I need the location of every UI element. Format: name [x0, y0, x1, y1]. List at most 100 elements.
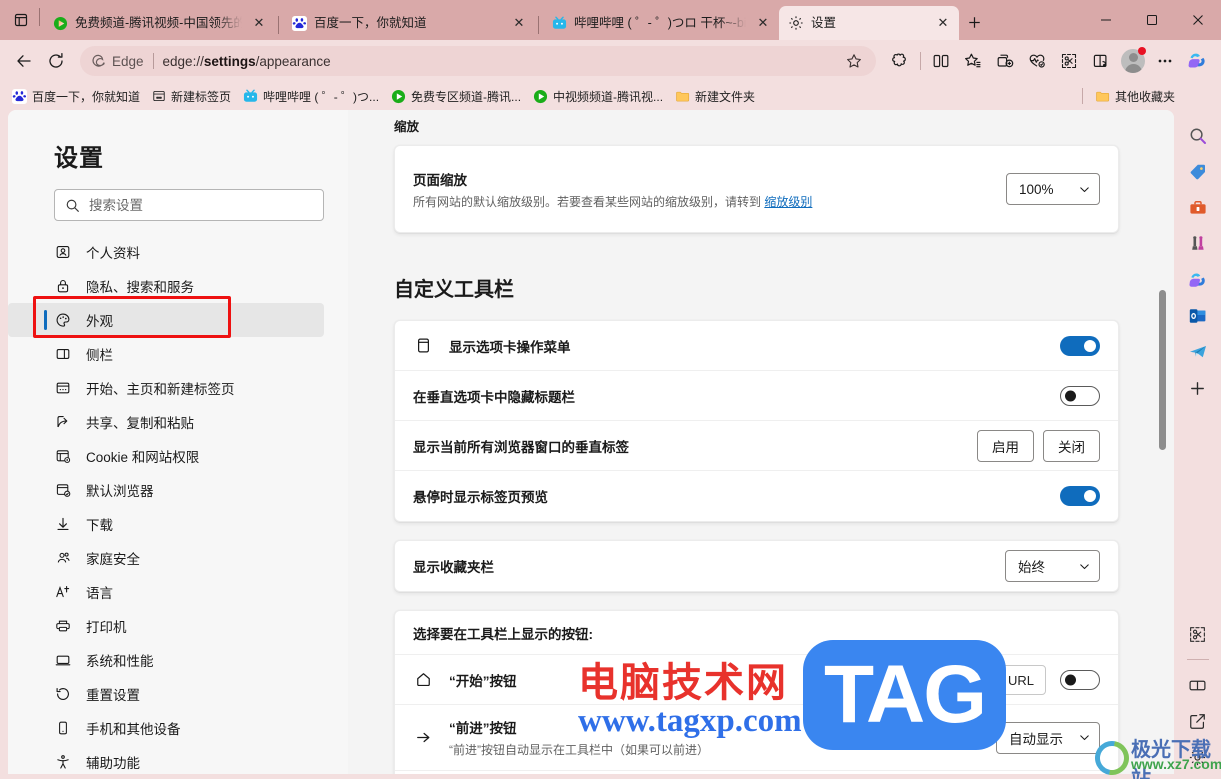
close-button[interactable] — [1175, 0, 1221, 40]
set-button-url-button[interactable]: 设置按钮 URL — [940, 664, 1046, 695]
home-icon — [413, 670, 433, 690]
folder-icon — [675, 89, 690, 104]
search-settings-box[interactable] — [54, 189, 324, 221]
palette-icon — [54, 311, 72, 329]
home-button-info: “开始”按钮 — [449, 670, 940, 690]
sidebar-item-accessibility[interactable]: 辅助功能 — [8, 745, 324, 774]
bookmark-item[interactable]: 新建标签页 — [146, 85, 237, 108]
sidebar-item-family-safety[interactable]: 家庭安全 — [8, 541, 324, 575]
browser-tab-active[interactable]: 设置 ✕ — [779, 6, 959, 40]
tab-close-button[interactable]: ✕ — [509, 13, 529, 33]
sidebar-item-default-browser[interactable]: 默认浏览器 — [8, 473, 324, 507]
favorites-icon[interactable] — [957, 45, 989, 77]
zoom-levels-link[interactable]: 缩放级别 — [764, 195, 812, 209]
window-controls — [1083, 0, 1221, 40]
new-tab-button[interactable] — [959, 7, 989, 37]
bookmark-item[interactable]: 免费专区频道-腾讯... — [385, 85, 527, 108]
forward-button-select[interactable]: 自动显示 — [996, 721, 1100, 754]
toolbar-row: 悬停时显示标签页预览 — [395, 471, 1118, 521]
sidebar-item-languages[interactable]: 语言 — [8, 575, 324, 609]
toolbar-row: 在垂直选项卡中隐藏标题栏 — [395, 371, 1118, 421]
customize-icon[interactable] — [1182, 741, 1214, 773]
sidebar-item-cookies[interactable]: Cookie 和网站权限 — [8, 439, 324, 473]
shopping-tag-icon[interactable] — [1182, 156, 1214, 188]
more-options-icon[interactable] — [1149, 45, 1181, 77]
sidebar-item-reset-settings[interactable]: 重置设置 — [8, 677, 324, 711]
tencent-video-icon — [391, 89, 406, 104]
other-bookmarks-folder[interactable]: 其他收藏夹 — [1089, 85, 1181, 108]
toolbar-row-title: 悬停时显示标签页预览 — [413, 490, 548, 505]
home-button-toggle[interactable] — [1060, 669, 1100, 690]
add-icon[interactable] — [1182, 372, 1214, 404]
open-in-new-icon[interactable] — [1182, 705, 1214, 737]
bookmark-folder[interactable]: 新建文件夹 — [669, 85, 761, 108]
bookmark-item[interactable]: 哔哩哔哩 ( ゜- ゜)つ... — [237, 85, 385, 108]
games-icon[interactable] — [1182, 228, 1214, 260]
screenshot-icon[interactable] — [1053, 45, 1085, 77]
copilot-mode-icon[interactable] — [884, 45, 916, 77]
split-screen-icon[interactable] — [925, 45, 957, 77]
browser-tab[interactable]: 哔哩哔哩 ( ゜- ゜)つロ 干杯~-bilib ✕ — [542, 6, 779, 40]
sidebar-item-privacy[interactable]: 隐私、搜索和服务 — [8, 269, 324, 303]
screenshot-icon[interactable] — [1182, 618, 1214, 650]
refresh-icon[interactable] — [40, 45, 72, 77]
bookmark-label: 其他收藏夹 — [1114, 89, 1175, 104]
sidebar-item-downloads[interactable]: 下载 — [8, 507, 324, 541]
tab-close-button[interactable]: ✕ — [249, 13, 269, 33]
browser-tab[interactable]: 免费频道-腾讯视频-中国领先的在 ✕ — [43, 6, 275, 40]
sidebar-item-printers[interactable]: 打印机 — [8, 609, 324, 643]
page-zoom-select[interactable]: 100% — [1006, 173, 1100, 205]
home-tab-icon — [54, 379, 72, 397]
telegram-icon[interactable] — [1182, 336, 1214, 368]
content-scrollbar[interactable] — [1159, 290, 1166, 450]
sidebar-item-sidebar[interactable]: 侧栏 — [8, 337, 324, 371]
tab-search-icon[interactable] — [6, 5, 36, 35]
collections-icon[interactable] — [989, 45, 1021, 77]
search-icon[interactable] — [1182, 120, 1214, 152]
minimize-button[interactable] — [1083, 0, 1129, 40]
bookmark-label: 新建文件夹 — [695, 89, 756, 104]
content-scroll-region: 缩放 页面缩放 所有网站的默认缩放级别。若要查看某些网站的缩放级别，请转到 缩放… — [348, 110, 1174, 774]
split-screen-icon[interactable] — [1182, 669, 1214, 701]
printer-icon — [54, 617, 72, 635]
bookmark-item[interactable]: 百度一下，你就知道 — [6, 85, 146, 108]
show-tab-actions-menu-toggle[interactable] — [1060, 335, 1100, 356]
omnibox-divider — [152, 53, 154, 69]
sidebar-item-profile[interactable]: 个人资料 — [8, 235, 324, 269]
hide-title-bar-vertical-tabs-toggle[interactable] — [1060, 385, 1100, 406]
back-arrow-icon[interactable] — [8, 45, 40, 77]
read-aloud-icon[interactable] — [1085, 45, 1117, 77]
sidebar-item-start-home-newtab[interactable]: 开始、主页和新建标签页 — [8, 371, 324, 405]
favorites-bar-select[interactable]: 始终 — [1005, 550, 1100, 582]
copilot-icon[interactable] — [1181, 45, 1213, 77]
sidebar-item-label: 默认浏览器 — [86, 484, 154, 499]
sidebar-item-label: 开始、主页和新建标签页 — [86, 382, 235, 397]
toolbar-row: 显示当前所有浏览器窗口的垂直标签 启用 关闭 — [395, 421, 1118, 471]
sidebar-item-share-copy-paste[interactable]: 共享、复制和粘贴 — [8, 405, 324, 439]
tools-icon[interactable] — [1182, 192, 1214, 224]
favorites-bar-info: 显示收藏夹栏 — [413, 556, 1005, 576]
sidebar-item-label: 手机和其他设备 — [86, 722, 181, 737]
outlook-icon[interactable] — [1182, 300, 1214, 332]
browser-essentials-icon[interactable] — [1021, 45, 1053, 77]
sidebar-item-label: 个人资料 — [86, 246, 140, 261]
maximize-button[interactable] — [1129, 0, 1175, 40]
tab-close-button[interactable]: ✕ — [933, 13, 953, 33]
browser-tab[interactable]: 百度一下，你就知道 ✕ — [282, 6, 535, 40]
enable-button[interactable]: 启用 — [977, 429, 1034, 462]
sidebar-item-appearance[interactable]: 外观 — [8, 303, 324, 337]
tab-close-button[interactable]: ✕ — [753, 13, 773, 33]
address-bar[interactable]: Edge edge://settings/appearance — [80, 46, 876, 76]
favorite-star-icon[interactable] — [842, 49, 866, 73]
search-input[interactable] — [89, 197, 313, 213]
copilot-icon[interactable] — [1182, 264, 1214, 296]
hover-tab-preview-toggle[interactable] — [1060, 486, 1100, 506]
sidebar-item-label: 下载 — [86, 518, 113, 533]
bookmark-label: 百度一下，你就知道 — [32, 89, 141, 104]
baidu-icon — [291, 15, 307, 31]
disable-button[interactable]: 关闭 — [1043, 429, 1100, 462]
profile-avatar[interactable] — [1117, 45, 1149, 77]
bookmark-item[interactable]: 中视频频道-腾讯视... — [527, 85, 669, 108]
sidebar-item-phone-other-devices[interactable]: 手机和其他设备 — [8, 711, 324, 745]
sidebar-item-system-performance[interactable]: 系统和性能 — [8, 643, 324, 677]
